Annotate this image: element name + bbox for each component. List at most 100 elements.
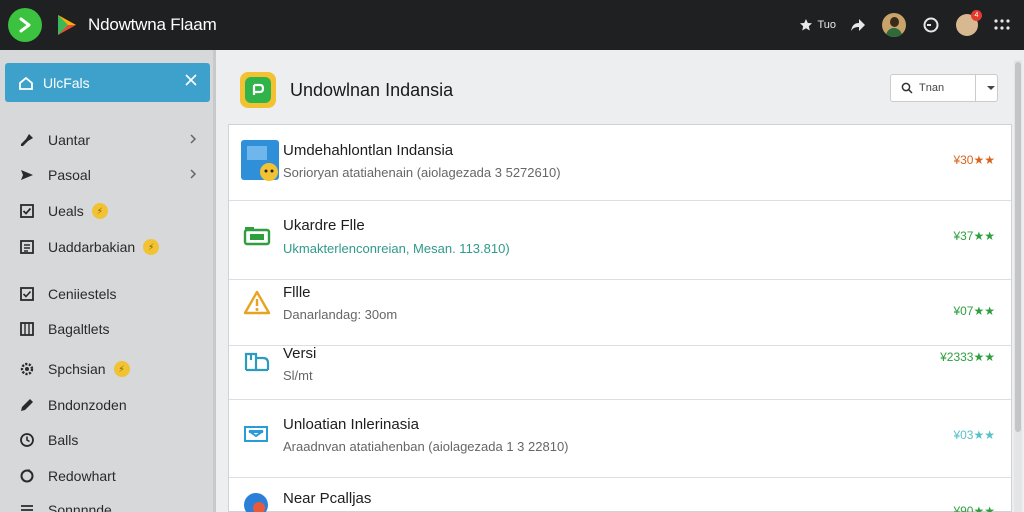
pen-icon	[18, 396, 36, 414]
search-dropdown[interactable]: Tnan	[890, 74, 998, 102]
check-box-icon	[18, 202, 36, 220]
refresh-icon	[923, 17, 939, 33]
sidebar-header[interactable]: UlcFals	[5, 63, 210, 102]
avatar[interactable]	[882, 13, 906, 37]
status-badge: ⚡	[113, 361, 130, 377]
mail-icon	[243, 424, 269, 444]
scrollbar-thumb[interactable]	[1015, 62, 1021, 432]
item-title: Versi	[283, 345, 317, 362]
item-subtitle: Araadnvan atatiahenban (aiolagezada 1 3 …	[283, 439, 569, 454]
sidebar-item-label: Uaddarbakian	[48, 239, 136, 255]
favorites-label: Tuo	[817, 19, 836, 31]
sidebar-item-uaddarbakian[interactable]: Uaddarbakian ⚡	[0, 232, 216, 262]
app-logo-icon[interactable]	[8, 8, 42, 42]
sidebar-item-balls[interactable]: Balls	[0, 425, 216, 455]
list-item[interactable]: Umdehahlontlan Indansia Sorioryan atatia…	[229, 125, 1011, 201]
item-title: Unloatian Inlerinasia	[283, 416, 419, 433]
folder-icon	[243, 225, 271, 247]
sidebar-item-pasoal[interactable]: Pasoal	[0, 160, 216, 190]
sidebar-scrollbar[interactable]	[213, 50, 216, 512]
home-icon	[19, 76, 33, 90]
chevron-down-icon[interactable]	[986, 84, 996, 92]
item-subtitle: Sorioryan atatiahenain (aiolagezada 3 52…	[283, 165, 561, 180]
main-scrollbar[interactable]	[1014, 60, 1022, 512]
item-title: Umdehahlontlan Indansia	[283, 142, 454, 159]
notification-badge: 4	[971, 10, 982, 21]
sidebar-item-ueals[interactable]: Ueals ⚡	[0, 196, 216, 226]
sidebar-item-redowhart[interactable]: Redowhart	[0, 461, 216, 491]
sidebar-item-label: Ceniiestels	[48, 286, 117, 302]
app-title: Ndowtwna Flaam	[88, 15, 217, 34]
download-list: Umdehahlontlan Indansia Sorioryan atatia…	[228, 124, 1012, 512]
pin-icon	[18, 131, 36, 149]
item-rating: ¥37★★	[953, 229, 995, 243]
apps-menu-button[interactable]	[994, 18, 1010, 32]
item-subtitle: Sl/mt	[283, 368, 313, 383]
menu-icon	[18, 501, 36, 512]
list-item[interactable]: Unloatian Inlerinasia Araadnvan atatiahe…	[229, 400, 1011, 478]
sidebar-item-label: Ueals	[48, 203, 84, 219]
globe-icon	[243, 492, 269, 512]
clock-icon	[18, 431, 36, 449]
app-thumbnail-icon	[241, 140, 281, 182]
sidebar-item-label: Spchsian	[48, 361, 106, 377]
sidebar-item-bagaltlets[interactable]: Bagaltlets	[0, 314, 216, 344]
sidebar-item-sonnnnde[interactable]: Sonnnnde	[0, 495, 216, 512]
chevron-right-icon	[190, 169, 197, 179]
item-subtitle: Ukmakterlenconreian, Mesan. 113.810)	[283, 241, 510, 256]
sidebar-item-ceniiestels[interactable]: Ceniiestels	[0, 279, 216, 309]
share-button[interactable]	[850, 18, 866, 32]
list-item[interactable]: Fllle Danarlandag: 30om ¥07★★	[229, 280, 1011, 346]
version-icon	[243, 348, 271, 374]
search-icon	[901, 82, 913, 94]
close-icon[interactable]	[184, 73, 198, 87]
refresh-icon	[18, 467, 36, 485]
sidebar-item-label: Bagaltlets	[48, 321, 110, 337]
status-badge: ⚡	[143, 239, 160, 255]
sidebar-item-label: Uantar	[48, 132, 91, 148]
item-rating: ¥07★★	[953, 304, 995, 318]
star-icon	[800, 19, 813, 31]
divider	[975, 75, 976, 101]
sidebar-item-spchsian[interactable]: Spchsian ⚡	[0, 354, 216, 384]
item-subtitle: Danarlandag: 30om	[283, 307, 398, 322]
sidebar-item-label: Balls	[48, 432, 79, 448]
list-icon	[18, 238, 36, 256]
item-rating: ¥90★★	[953, 504, 995, 512]
item-title: Ukardre Flle	[283, 217, 365, 234]
gear-icon	[18, 360, 36, 378]
item-rating: ¥30★★	[953, 153, 995, 167]
refresh-button[interactable]	[922, 16, 940, 34]
warning-icon	[243, 290, 271, 316]
notifications-avatar[interactable]: 4	[956, 10, 982, 36]
columns-icon	[18, 320, 36, 338]
item-title: Fllle	[283, 284, 311, 301]
share-icon	[851, 19, 865, 31]
page-title: Undowlnan Indansia	[290, 79, 454, 100]
list-item[interactable]: Near Pcalljas ¥90★★	[229, 478, 1011, 512]
sidebar-header-label: UlcFals	[43, 74, 90, 91]
sidebar-item-label: Bndonzoden	[48, 397, 127, 413]
app-logo-icon	[240, 72, 276, 108]
play-store-icon	[54, 12, 80, 38]
grid-dots-icon	[994, 19, 1010, 30]
sidebar-item-label: Pasoal	[48, 167, 91, 183]
list-item[interactable]: Versi Sl/mt ¥2333★★	[229, 345, 1011, 400]
favorites-button[interactable]: Tuo	[799, 18, 836, 32]
sidebar-item-uantar[interactable]: Uantar	[0, 125, 216, 155]
send-icon	[18, 166, 36, 184]
item-rating: ¥2333★★	[940, 350, 995, 364]
sidebar-item-label: Sonnnnde	[48, 502, 112, 512]
status-badge: ⚡	[91, 203, 108, 219]
chevron-right-icon	[190, 134, 197, 144]
main-header: Undowlnan Indansia Tnan	[228, 58, 1012, 122]
item-title: Near Pcalljas	[283, 490, 372, 507]
item-rating: ¥03★★	[953, 428, 995, 442]
sidebar-item-label: Redowhart	[48, 468, 116, 484]
sidebar-item-bndonzoden[interactable]: Bndonzoden	[0, 390, 216, 420]
list-item[interactable]: Ukardre Flle Ukmakterlenconreian, Mesan.…	[229, 201, 1011, 280]
search-input[interactable]: Tnan	[919, 82, 969, 94]
sidebar: UlcFals Uantar Pasoal Ueals ⚡ Uaddarbaki…	[0, 50, 216, 512]
checklist-icon	[18, 285, 36, 303]
top-bar: Ndowtwna Flaam Tuo 4	[0, 0, 1024, 50]
